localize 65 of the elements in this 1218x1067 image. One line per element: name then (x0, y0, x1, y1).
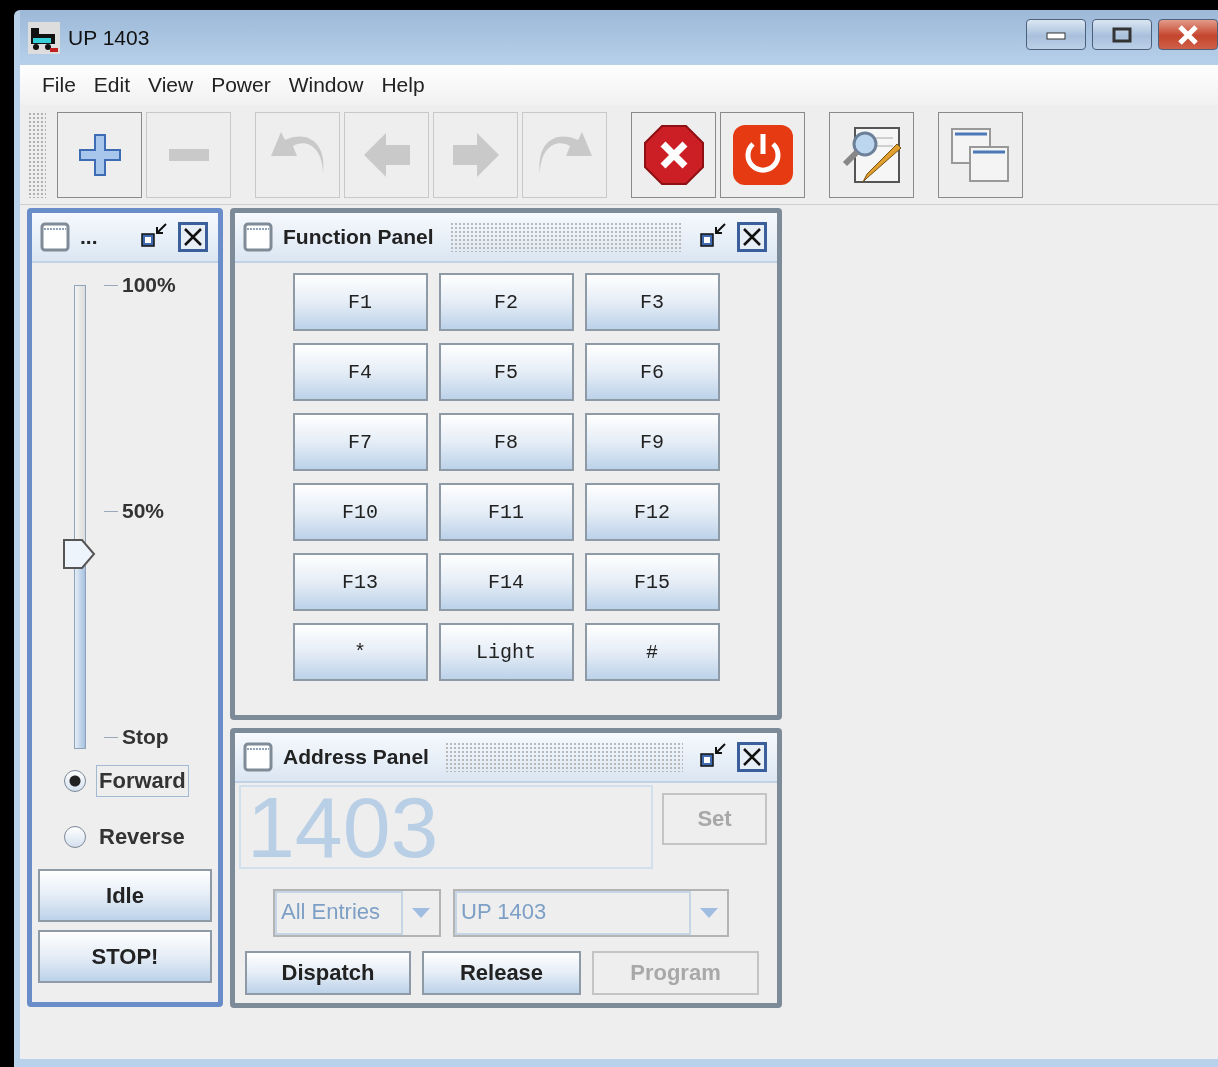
toolbar-button[interactable] (57, 111, 142, 198)
slider-thumb[interactable] (62, 538, 96, 571)
function-button[interactable]: F8 (438, 413, 574, 471)
menu-item[interactable]: View (142, 73, 206, 97)
function-button[interactable]: F2 (438, 273, 574, 331)
locomotive-icon (28, 21, 60, 54)
frame-title: Function Panel (283, 225, 434, 249)
menu-item[interactable]: Edit (87, 73, 143, 97)
minus-icon (167, 147, 210, 162)
window-icon (243, 222, 273, 252)
close-icon[interactable] (737, 222, 767, 252)
maximize-icon (1112, 26, 1132, 43)
minimize-button[interactable] (1026, 19, 1086, 50)
maximize-button[interactable] (1092, 19, 1152, 50)
close-icon[interactable] (178, 222, 208, 252)
function-button[interactable]: F12 (584, 483, 720, 541)
throttle-button[interactable]: STOP! (38, 930, 212, 983)
function-button[interactable]: F6 (584, 343, 720, 401)
menu-item[interactable]: Power (205, 73, 283, 97)
window-icon (40, 222, 70, 252)
window-title: UP 1403 (68, 25, 150, 50)
frame-title: Address Panel (283, 745, 429, 769)
plus-icon (77, 132, 122, 177)
direction-radio[interactable]: Forward (38, 753, 212, 809)
panel-button[interactable]: Release (422, 951, 581, 995)
right-arrow-icon (450, 130, 501, 179)
dropdown-arrow-icon (412, 908, 430, 918)
menu-item[interactable]: Window (282, 73, 376, 97)
toolbar-button[interactable] (631, 111, 716, 198)
dropdown-arrow-icon (700, 908, 718, 918)
toolbar-button[interactable] (829, 111, 914, 198)
windows-icon (949, 126, 1012, 183)
speed-slider[interactable] (62, 285, 96, 749)
power-icon (731, 123, 794, 186)
close-icon (1176, 24, 1200, 45)
function-button[interactable]: F13 (292, 553, 428, 611)
throttle-button[interactable]: Idle (38, 869, 212, 922)
function-button[interactable]: * (292, 623, 428, 681)
function-button[interactable]: F3 (584, 273, 720, 331)
function-button[interactable]: F10 (292, 483, 428, 541)
tick-label: Stop (104, 725, 176, 749)
function-button[interactable]: F14 (438, 553, 574, 611)
tick-label: 50% (104, 499, 176, 523)
close-icon[interactable] (737, 742, 767, 772)
menu-item[interactable]: Help (375, 73, 437, 97)
direction-radio[interactable]: Reverse (38, 809, 212, 865)
function-button[interactable]: # (584, 623, 720, 681)
tick-label: 100% (104, 273, 176, 297)
stop-icon (642, 123, 705, 186)
function-button[interactable]: F15 (584, 553, 720, 611)
function-button[interactable]: F5 (438, 343, 574, 401)
panel-button[interactable]: Dispatch (245, 951, 411, 995)
close-button[interactable] (1158, 19, 1218, 50)
function-button[interactable]: Light (438, 623, 574, 681)
function-button[interactable]: F11 (438, 483, 574, 541)
window-icon (243, 742, 273, 772)
function-button[interactable]: F9 (584, 413, 720, 471)
toolbar-button[interactable] (720, 111, 805, 198)
function-button[interactable]: F1 (292, 273, 428, 331)
frame-title: ... (80, 225, 98, 249)
document-edit-icon (840, 125, 903, 184)
menu-item[interactable]: File (36, 73, 88, 97)
function-button[interactable]: F4 (292, 343, 428, 401)
minimize-icon (1046, 29, 1066, 40)
function-button[interactable]: F7 (292, 413, 428, 471)
